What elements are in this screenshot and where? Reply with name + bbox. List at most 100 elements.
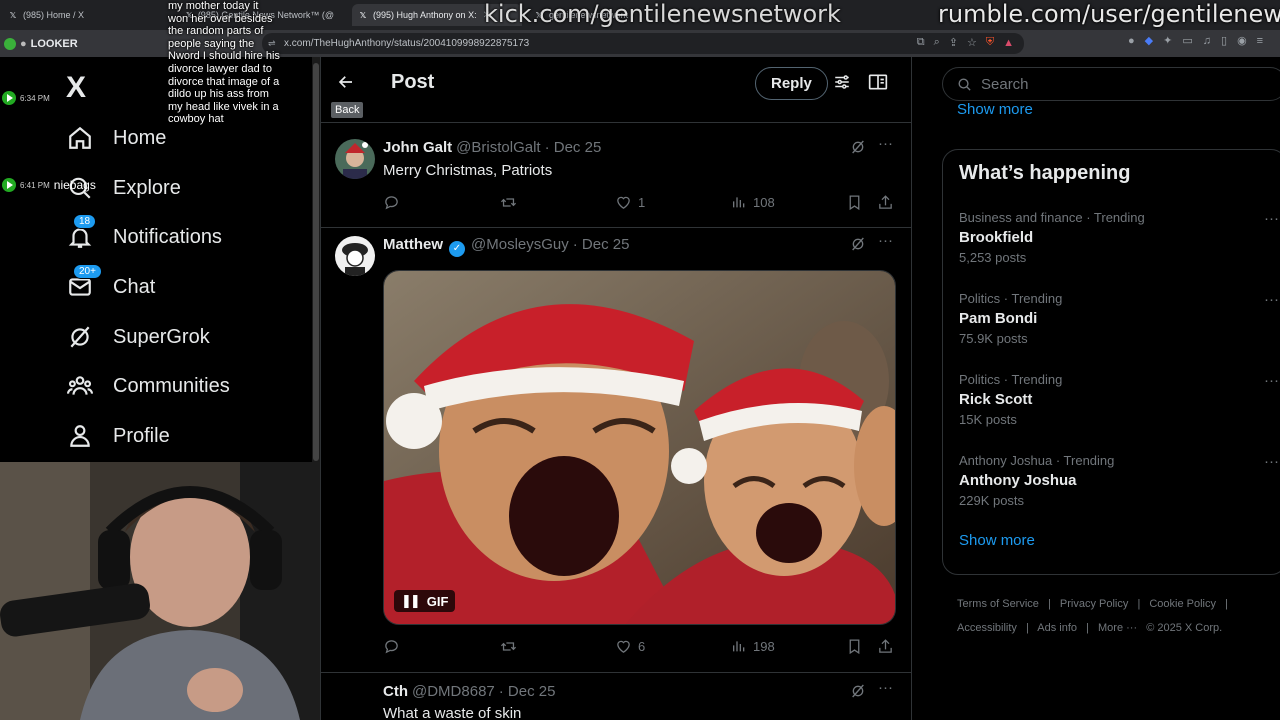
- nav-home[interactable]: Home: [66, 118, 166, 158]
- views-action[interactable]: 198: [731, 638, 775, 654]
- url-field[interactable]: ⇌ x.com/TheHughAnthony/status/2004109998…: [262, 33, 1024, 54]
- mail-icon: 20+: [66, 264, 102, 301]
- share-icon: [879, 195, 892, 209]
- share-action[interactable]: [877, 194, 894, 211]
- tweet-header: John Galt @BristolGalt · Dec 25: [383, 139, 601, 156]
- arrow-left-icon: [338, 76, 352, 88]
- profile-icon[interactable]: ◉: [1237, 34, 1247, 47]
- chat-overlay-message: my mother today it won her over besides …: [168, 0, 280, 126]
- grok-icon[interactable]: [850, 683, 866, 703]
- page-title: Post: [391, 71, 435, 93]
- tweet-text: Merry Christmas, Patriots: [383, 162, 553, 179]
- author-name[interactable]: Cth: [383, 683, 408, 700]
- author-handle[interactable]: @BristolGalt: [456, 139, 540, 156]
- music-icon[interactable]: ♫: [1203, 35, 1211, 47]
- tweet-cth[interactable]: Cth @DMD8687 · Dec 25 ··· What a waste o…: [321, 673, 911, 720]
- heart-icon: [617, 640, 630, 653]
- tweet-date[interactable]: · Dec 25: [573, 236, 630, 253]
- grok-icon[interactable]: [850, 236, 866, 256]
- more-icon[interactable]: ···: [1264, 372, 1279, 389]
- x-logo-icon[interactable]: X: [66, 71, 86, 105]
- trend-item[interactable]: Politics · Trending Rick Scott 15K posts…: [959, 372, 1279, 427]
- search-icon: [958, 78, 971, 91]
- footer-divider: |: [1137, 598, 1141, 610]
- more-icon[interactable]: ···: [878, 679, 893, 696]
- author-name[interactable]: John Galt: [383, 139, 452, 156]
- open-external-icon[interactable]: ⧉: [917, 36, 925, 49]
- footer-link[interactable]: Cookie Policy: [1149, 598, 1216, 610]
- webcam-overlay: [0, 462, 364, 720]
- author-handle[interactable]: @DMD8687: [412, 683, 495, 700]
- nav-communities[interactable]: Communities: [66, 366, 230, 406]
- footer-link[interactable]: More ···: [1098, 622, 1137, 634]
- repost-action[interactable]: [499, 638, 518, 655]
- reply-action[interactable]: [383, 638, 400, 655]
- gif-badge[interactable]: ❚❚ GIF: [394, 590, 456, 612]
- search-input[interactable]: Search: [942, 67, 1280, 101]
- nav-notifications[interactable]: 18 Notifications: [66, 214, 222, 257]
- tweet-john-galt[interactable]: John Galt @BristolGalt · Dec 25 ··· Merr…: [321, 125, 911, 228]
- menu-icon[interactable]: ≡: [1257, 35, 1263, 47]
- back-button[interactable]: [333, 69, 359, 95]
- bell-icon: 18: [66, 214, 97, 251]
- grok-icon[interactable]: [850, 139, 866, 159]
- more-icon[interactable]: ···: [1264, 453, 1279, 470]
- brave-rewards-icon[interactable]: ▲: [1003, 37, 1014, 49]
- post-header: Back Post Reply: [321, 57, 911, 123]
- tweet-date[interactable]: · Dec 25: [545, 139, 602, 156]
- more-icon[interactable]: ···: [1264, 291, 1279, 308]
- like-action[interactable]: 1: [615, 194, 645, 211]
- more-icon[interactable]: ···: [878, 232, 893, 249]
- share-action[interactable]: [877, 638, 894, 655]
- show-more-link[interactable]: Show more: [959, 532, 1035, 549]
- browser-tab-home[interactable]: 𝕏 (985) Home / X: [2, 4, 162, 26]
- nav-chat[interactable]: 20+ Chat: [66, 264, 155, 307]
- footer-divider: |: [1086, 622, 1089, 634]
- more-icon[interactable]: ···: [1264, 210, 1279, 227]
- filter-icon[interactable]: [833, 73, 851, 96]
- bookmark-star-icon[interactable]: ☆: [967, 36, 977, 49]
- reply-button[interactable]: Reply: [755, 67, 828, 100]
- like-action[interactable]: 6: [615, 638, 645, 655]
- sidebar-icon[interactable]: ▯: [1221, 34, 1227, 47]
- bookmark-action[interactable]: [847, 638, 862, 655]
- show-more-link[interactable]: Show more: [957, 101, 1033, 118]
- footer-link[interactable]: Accessibility: [957, 622, 1017, 634]
- zoom-icon[interactable]: ⌕: [934, 36, 940, 49]
- whats-happening-panel: What’s happening Business and finance · …: [942, 149, 1280, 575]
- views-action[interactable]: 108: [731, 194, 775, 210]
- nav-supergrok[interactable]: SuperGrok: [66, 317, 210, 357]
- trend-item[interactable]: Anthony Joshua · Trending Anthony Joshua…: [959, 453, 1279, 508]
- footer-link[interactable]: Ads info: [1037, 622, 1077, 634]
- tweet-matthew[interactable]: Matthew ✓ @MosleysGuy · Dec 25 ··· ❚❚ GI…: [321, 228, 911, 673]
- puzzle-icon[interactable]: ✦: [1163, 34, 1172, 47]
- author-handle[interactable]: @MosleysGuy: [471, 236, 569, 253]
- footer-link[interactable]: Privacy Policy: [1060, 598, 1128, 610]
- reply-action[interactable]: [383, 194, 400, 211]
- avatar[interactable]: [335, 139, 375, 179]
- author-name[interactable]: Matthew: [383, 236, 443, 253]
- trend-item[interactable]: Politics · Trending Pam Bondi 75.9K post…: [959, 291, 1279, 346]
- reader-view-icon[interactable]: [868, 73, 888, 96]
- avatar[interactable]: [335, 236, 375, 276]
- rumble-icon: [2, 91, 16, 105]
- more-icon[interactable]: ···: [878, 135, 893, 152]
- brave-shield-icon[interactable]: ⛨: [986, 36, 994, 49]
- bookmark-action[interactable]: [847, 194, 862, 211]
- nav-profile[interactable]: Profile: [66, 416, 170, 456]
- tweet-gif[interactable]: ❚❚ GIF: [383, 270, 896, 625]
- wallet-icon[interactable]: ▭: [1182, 34, 1192, 47]
- bookmark-looker[interactable]: ● LOOKER: [4, 34, 78, 54]
- extension-icon[interactable]: ◆: [1145, 34, 1153, 47]
- rumble-overlay: rumble.com/user/gentilenewsnet: [938, 0, 1280, 28]
- x-icon: 𝕏: [359, 10, 367, 20]
- share-icon[interactable]: ⇪: [949, 36, 958, 49]
- repost-action[interactable]: [499, 194, 518, 211]
- reply-icon: [385, 640, 398, 654]
- pause-icon[interactable]: ❚❚: [401, 593, 421, 609]
- footer-link[interactable]: Terms of Service: [957, 598, 1039, 610]
- trend-item[interactable]: Business and finance · Trending Brookfie…: [959, 210, 1279, 265]
- views-icon: [733, 197, 745, 208]
- tweet-date[interactable]: · Dec 25: [499, 683, 556, 700]
- extension-icon[interactable]: ●: [1128, 35, 1135, 47]
